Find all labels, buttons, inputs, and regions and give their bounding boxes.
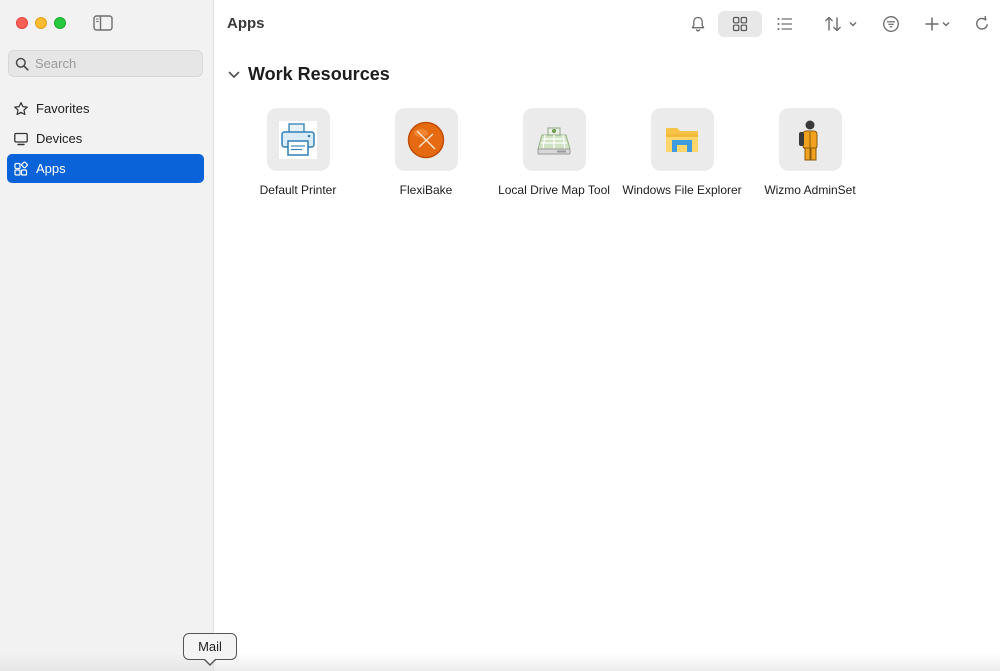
sidebar-item-label: Devices — [36, 131, 83, 146]
search-icon — [15, 57, 29, 71]
minimize-window-button[interactable] — [35, 17, 47, 29]
filter-button[interactable] — [878, 11, 904, 37]
app-icon-container[interactable] — [394, 108, 458, 171]
app-tile-wizmo-adminset[interactable]: Wizmo AdminSet — [746, 108, 874, 197]
apps-grid: Default Printer FlexiBake Local Drive Ma… — [234, 108, 874, 197]
window-controls — [16, 17, 66, 29]
grid-view-icon — [732, 16, 748, 32]
app-label: Windows File Explorer — [622, 183, 742, 197]
app-label: Wizmo AdminSet — [764, 183, 856, 197]
app-label: Default Printer — [259, 183, 337, 197]
grid-view-button[interactable] — [718, 11, 762, 37]
sidebar-item-devices[interactable]: Devices — [7, 124, 204, 153]
flexibake-icon — [407, 121, 445, 158]
sidebar: Favorites Devices Apps — [0, 0, 214, 671]
filter-icon — [883, 16, 899, 32]
add-icon — [925, 17, 939, 31]
star-icon — [14, 101, 28, 115]
close-window-button[interactable] — [16, 17, 28, 29]
tooltip-arrow-fill — [204, 658, 216, 664]
app-icon-container[interactable] — [522, 108, 586, 171]
monitor-icon — [14, 132, 28, 145]
toolbar: Apps — [214, 0, 1000, 46]
sidebar-icon — [93, 15, 113, 31]
printer-icon — [279, 120, 317, 159]
sidebar-nav: Favorites Devices Apps — [7, 94, 204, 184]
app-tile-windows-file-explorer[interactable]: Windows File Explorer — [618, 108, 746, 197]
apps-icon — [14, 160, 28, 176]
app-window: Favorites Devices Apps — [0, 0, 1000, 671]
folder-icon — [666, 127, 698, 152]
maximize-window-button[interactable] — [54, 17, 66, 29]
list-view-icon — [777, 18, 792, 30]
app-icon-container[interactable] — [778, 108, 842, 171]
app-label: FlexiBake — [399, 183, 453, 197]
section-header[interactable]: Work Resources — [227, 64, 390, 85]
add-button[interactable] — [917, 11, 957, 37]
drive-map-icon — [537, 127, 571, 154]
admin-person-icon — [799, 120, 818, 160]
chevron-down-icon — [942, 22, 950, 27]
notifications-button[interactable] — [685, 11, 711, 37]
sidebar-toggle-button[interactable] — [93, 14, 113, 32]
app-tile-local-drive-map-tool[interactable]: Local Drive Map Tool — [490, 108, 618, 197]
refresh-button[interactable] — [969, 11, 995, 37]
app-icon-container[interactable] — [266, 108, 330, 171]
chevron-down-icon — [849, 22, 857, 27]
main-content: Apps Work Resources Default Printer Flex… — [214, 0, 1000, 671]
app-label: Local Drive Map Tool — [498, 183, 610, 197]
search-field[interactable] — [8, 50, 203, 77]
page-title: Apps — [227, 15, 265, 32]
dock-tooltip: Mail — [183, 633, 237, 660]
sidebar-item-apps[interactable]: Apps — [7, 154, 204, 183]
dock-edge — [0, 653, 1000, 671]
sidebar-item-label: Apps — [36, 161, 66, 176]
app-icon-container[interactable] — [650, 108, 714, 171]
sort-button[interactable] — [818, 11, 864, 37]
app-tile-flexibake[interactable]: FlexiBake — [362, 108, 490, 197]
sidebar-item-label: Favorites — [36, 101, 90, 116]
app-tile-default-printer[interactable]: Default Printer — [234, 108, 362, 197]
search-input[interactable] — [35, 56, 185, 71]
section-title: Work Resources — [248, 64, 390, 84]
list-view-button[interactable] — [771, 11, 799, 37]
bell-icon — [691, 16, 705, 32]
chevron-down-icon[interactable] — [227, 68, 241, 82]
refresh-icon — [976, 15, 988, 30]
sidebar-item-favorites[interactable]: Favorites — [7, 94, 204, 123]
sort-icon — [825, 16, 841, 32]
